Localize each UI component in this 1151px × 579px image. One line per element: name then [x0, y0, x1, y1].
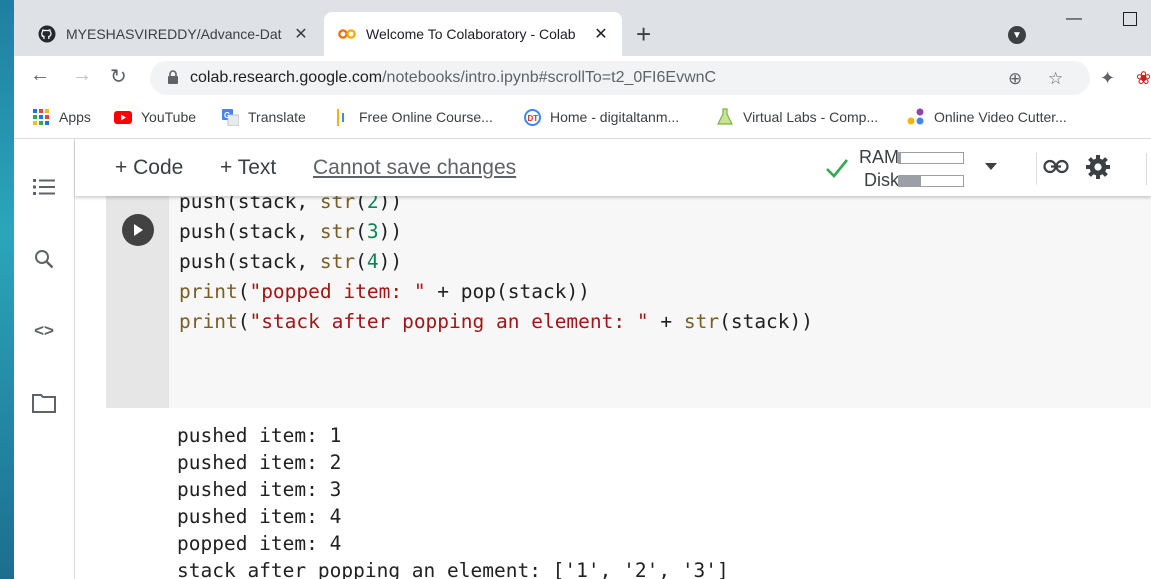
- zoom-icon[interactable]: ⊕: [1008, 69, 1022, 89]
- bookmark-label: Online Video Cutter...: [934, 109, 1067, 125]
- bookmark-label: Free Online Course...: [359, 109, 493, 125]
- table-of-contents-icon[interactable]: [30, 175, 58, 199]
- desktop-background: [0, 0, 14, 579]
- disk-meter: [898, 175, 964, 187]
- close-tab-icon[interactable]: ✕: [592, 24, 610, 44]
- browser-toolbar: ← → ↻ colab.research.google.com/notebook…: [14, 56, 1151, 100]
- colab-icon: [338, 25, 356, 43]
- bookmark-free-online-course[interactable]: Free Online Course...: [332, 108, 493, 126]
- disk-meter-fill: [899, 176, 922, 186]
- output-line: pushed item: 3: [177, 478, 342, 501]
- divider: [1146, 153, 1147, 185]
- save-status-link[interactable]: Cannot save changes: [313, 156, 516, 180]
- search-icon[interactable]: [30, 247, 58, 271]
- colab-toolbar: + Code + Text Cannot save changes RAM Di…: [75, 139, 1151, 196]
- divider: [1036, 153, 1037, 185]
- code-line: push(stack, str(3)): [179, 220, 403, 243]
- code-editor[interactable]: push(stack, str(2)) push(stack, str(3)) pu…: [179, 187, 813, 337]
- bookmark-apps[interactable]: Apps: [32, 109, 91, 125]
- svg-text:G: G: [224, 111, 230, 120]
- bookmark-translate[interactable]: G Translate: [221, 108, 306, 126]
- connected-check-icon: [826, 159, 849, 178]
- flask-icon: [716, 108, 734, 125]
- back-icon[interactable]: ←: [30, 64, 50, 87]
- code-line: print("popped item: " + pop(stack)): [179, 280, 590, 303]
- new-tab-button[interactable]: +: [636, 20, 651, 48]
- tab-strip: MYESHASVIREDDY/Advance-Dat ✕ Welcome To …: [14, 0, 1151, 56]
- tab-colab[interactable]: Welcome To Colaboratory - Colab ✕: [324, 12, 622, 56]
- code-line: print("stack after popping an element: "…: [179, 310, 814, 333]
- translate-icon: G: [221, 108, 239, 126]
- tab-title: Welcome To Colaboratory - Colab: [366, 26, 576, 42]
- extensions-icon[interactable]: ✦: [1100, 68, 1115, 89]
- cell-gutter: [106, 196, 169, 408]
- bookmark-digitaltanm[interactable]: DT Home - digitaltanm...: [523, 108, 680, 126]
- tab-github[interactable]: MYESHASVIREDDY/Advance-Dat ✕: [24, 12, 322, 56]
- extension-icon[interactable]: ❀: [1136, 68, 1151, 89]
- url-host: colab.research.google.com: [190, 69, 383, 86]
- close-tab-icon[interactable]: ✕: [292, 24, 310, 44]
- link-icon[interactable]: [1043, 157, 1069, 177]
- svg-text:DT: DT: [527, 114, 538, 123]
- ram-label: RAM: [859, 147, 899, 167]
- add-code-button[interactable]: + Code: [115, 156, 183, 180]
- ram-meter-fill: [899, 153, 901, 163]
- play-icon: [134, 224, 143, 236]
- chevron-down-icon[interactable]: ▼: [1008, 26, 1026, 44]
- lock-icon: [168, 70, 178, 84]
- minimize-icon[interactable]: —: [1066, 10, 1082, 28]
- code-cell[interactable]: push(stack, str(2)) push(stack, str(3)) pu…: [106, 190, 1151, 408]
- add-text-button[interactable]: + Text: [220, 156, 276, 180]
- bookmark-label: Apps: [59, 109, 91, 125]
- apps-grid-icon: [32, 109, 50, 125]
- bookmark-label: Home - digitaltanm...: [550, 109, 680, 125]
- reload-icon[interactable]: ↻: [110, 64, 127, 89]
- bookmark-label: Translate: [248, 109, 306, 125]
- run-cell-button[interactable]: [122, 214, 154, 246]
- output-line: stack after popping an element: ['1', '2…: [177, 559, 729, 579]
- youtube-icon: [114, 109, 132, 125]
- bookmark-label: Virtual Labs - Comp...: [743, 109, 879, 125]
- output-line: pushed item: 2: [177, 451, 342, 474]
- bookmark-youtube[interactable]: YouTube: [114, 109, 196, 125]
- chevron-down-icon[interactable]: [985, 163, 997, 170]
- cell-output: pushed item: 1 pushed item: 2 pushed item:…: [106, 408, 1151, 579]
- disk-label: Disk: [864, 170, 899, 190]
- output-line: pushed item: 1: [177, 424, 342, 447]
- bookmark-online-video-cutter[interactable]: Online Video Cutter...: [907, 108, 1067, 125]
- digital-icon: DT: [523, 108, 541, 126]
- maximize-icon[interactable]: [1123, 12, 1137, 26]
- folder-icon[interactable]: [30, 391, 58, 415]
- ram-meter: [898, 152, 964, 164]
- output-text: pushed item: 1 pushed item: 2 pushed item:…: [177, 422, 729, 579]
- code-snippets-icon[interactable]: <>: [30, 319, 58, 343]
- address-bar[interactable]: colab.research.google.com/notebooks/intr…: [150, 61, 1090, 95]
- star-icon[interactable]: ☆: [1048, 69, 1063, 89]
- video-cutter-icon: [907, 108, 925, 125]
- bookmarks-bar: Apps YouTube G Translate Free Online Cou…: [14, 100, 1151, 139]
- browser-window: MYESHASVIREDDY/Advance-Dat ✕ Welcome To …: [14, 0, 1151, 579]
- code-line: push(stack, str(4)): [179, 250, 403, 273]
- forward-icon[interactable]: →: [72, 64, 92, 87]
- url-path: /notebooks/intro.ipynb#scrollTo=t2_0FI6E…: [382, 69, 717, 86]
- bookmark-virtual-labs[interactable]: Virtual Labs - Comp...: [716, 108, 879, 125]
- github-icon: [38, 25, 56, 43]
- gear-icon[interactable]: [1085, 154, 1111, 180]
- output-line: popped item: 4: [177, 532, 342, 555]
- url-text: colab.research.google.com/notebooks/intr…: [190, 69, 716, 87]
- output-line: pushed item: 4: [177, 505, 342, 528]
- tab-title: MYESHASVIREDDY/Advance-Dat: [66, 26, 282, 42]
- course-icon: [332, 108, 350, 126]
- colab-notebook: <> + Code + Text Cannot save changes RAM…: [14, 139, 1151, 579]
- bookmark-label: YouTube: [141, 109, 197, 125]
- colab-sidebar: <>: [14, 139, 75, 579]
